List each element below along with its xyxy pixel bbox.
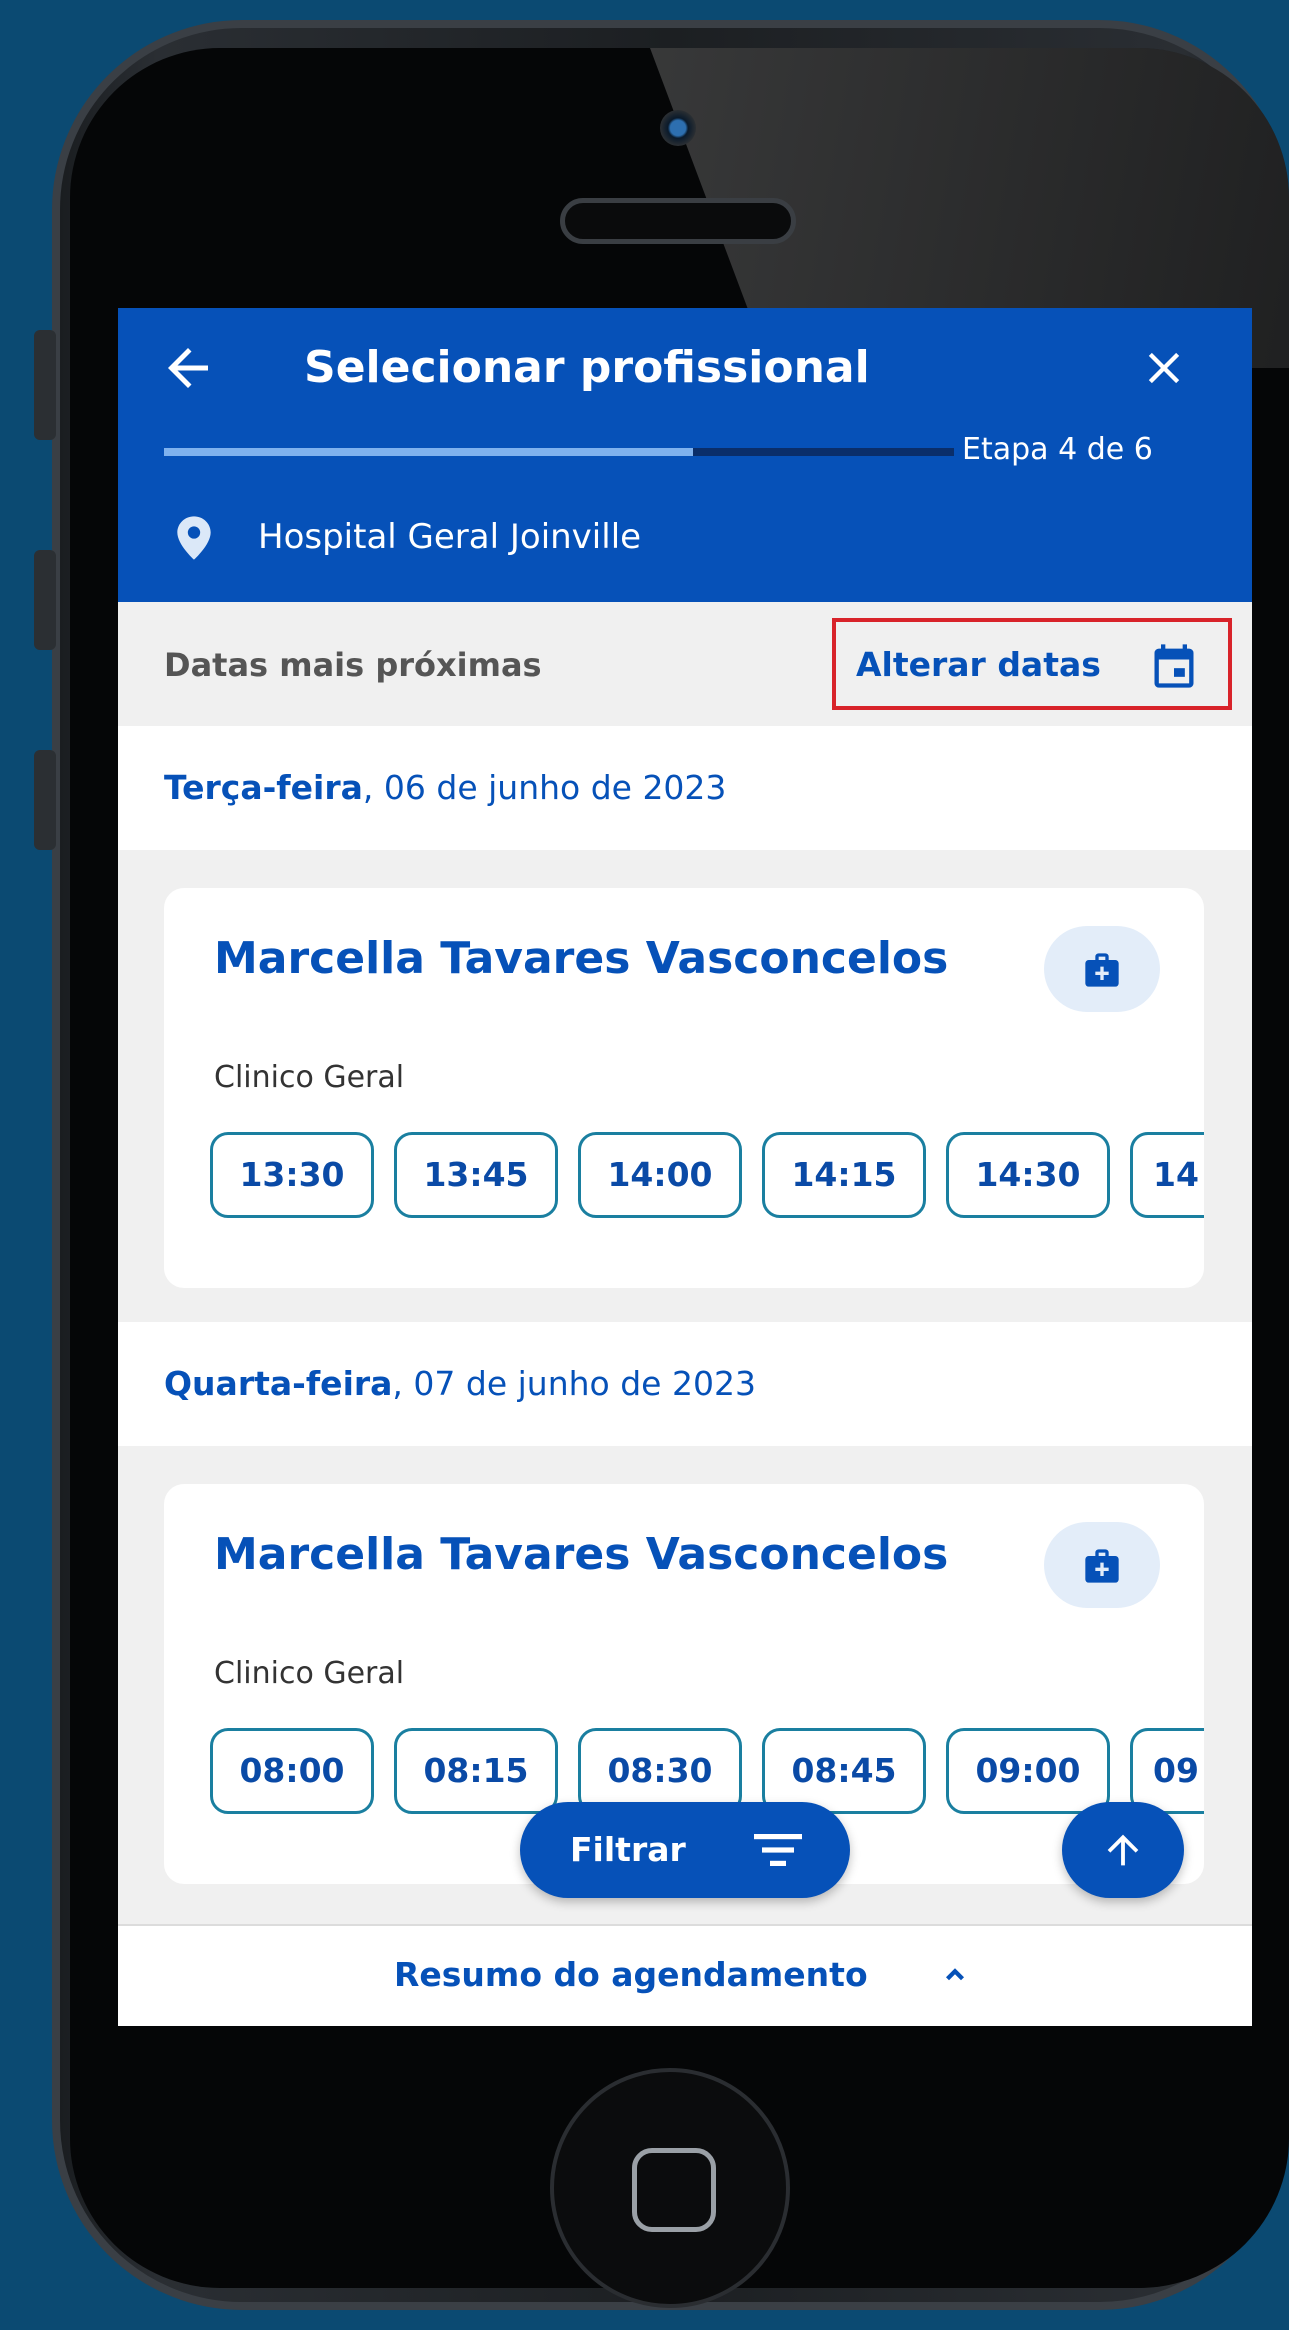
medical-bag-icon — [1085, 953, 1119, 987]
time-slot[interactable]: 08:00 — [210, 1728, 374, 1814]
date-header: Quarta-feira, 07 de junho de 2023 — [118, 1322, 1252, 1446]
change-dates-label: Alterar datas — [856, 645, 1101, 684]
calendar-icon — [1154, 644, 1194, 688]
filter-icon — [754, 1834, 802, 1866]
date-label: Quarta-feira, 07 de junho de 2023 — [164, 1360, 756, 1408]
progress-bar — [164, 448, 954, 456]
phone-volume-down — [34, 750, 56, 850]
close-icon[interactable] — [1138, 342, 1190, 394]
time-slot[interactable]: 08:15 — [394, 1728, 558, 1814]
time-slot[interactable]: 09:00 — [946, 1728, 1110, 1814]
back-arrow-icon[interactable] — [158, 338, 218, 398]
change-dates-button[interactable]: Alterar datas — [832, 618, 1232, 710]
professional-card[interactable]: Marcella Tavares Vasconcelos Clinico Ger… — [164, 888, 1204, 1288]
time-slot[interactable]: 09 — [1130, 1728, 1204, 1814]
home-button[interactable] — [550, 2068, 790, 2308]
professional-info-button[interactable] — [1044, 1522, 1160, 1608]
camera-icon — [660, 110, 696, 146]
time-slot[interactable]: 13:45 — [394, 1132, 558, 1218]
phone-side-button — [34, 330, 56, 440]
time-slot[interactable]: 14:30 — [946, 1132, 1110, 1218]
speaker-grille — [560, 198, 796, 244]
step-indicator: Etapa 4 de 6 — [962, 432, 1153, 467]
date-value: , 07 de junho de 2023 — [392, 1364, 756, 1403]
arrow-up-icon — [1107, 1834, 1139, 1866]
date-value: , 06 de junho de 2023 — [362, 768, 727, 807]
doctor-name: Marcella Tavares Vasconcelos — [214, 933, 949, 984]
scroll-to-top-button[interactable] — [1062, 1802, 1184, 1898]
progress-fill — [164, 448, 694, 456]
time-slot[interactable]: 14:00 — [578, 1132, 742, 1218]
time-slots: 13:30 13:45 14:00 14:15 14:30 14 — [210, 1132, 1204, 1218]
location-pin-icon — [177, 516, 211, 560]
location-name: Hospital Geral Joinville — [258, 517, 642, 557]
weekday: Terça-feira — [164, 768, 363, 807]
dates-toolbar: Datas mais próximas Alterar datas — [118, 602, 1252, 726]
summary-label: Resumo do agendamento — [394, 1955, 868, 1994]
date-label: Terça-feira, 06 de junho de 2023 — [164, 764, 726, 812]
time-slot[interactable]: 14:15 — [762, 1132, 926, 1218]
phone-volume-up — [34, 550, 56, 650]
weekday: Quarta-feira — [164, 1364, 393, 1403]
time-slot[interactable]: 14 — [1130, 1132, 1204, 1218]
date-header: Terça-feira, 06 de junho de 2023 — [118, 726, 1252, 850]
filter-button[interactable]: Filtrar — [520, 1802, 850, 1898]
specialty: Clinico Geral — [214, 1060, 405, 1095]
time-slot[interactable]: 13:30 — [210, 1132, 374, 1218]
nearest-dates-label: Datas mais próximas — [164, 646, 542, 684]
specialty: Clinico Geral — [214, 1656, 405, 1691]
professional-info-button[interactable] — [1044, 926, 1160, 1012]
doctor-name: Marcella Tavares Vasconcelos — [214, 1529, 949, 1580]
filter-label: Filtrar — [570, 1830, 686, 1869]
app-screen: Selecionar profissional Etapa 4 de 6 Hos… — [118, 308, 1252, 2026]
app-header: Selecionar profissional Etapa 4 de 6 Hos… — [118, 308, 1252, 602]
chevron-up-icon — [945, 1968, 965, 1981]
home-square-icon — [632, 2148, 716, 2232]
medical-bag-icon — [1085, 1549, 1119, 1583]
summary-bar[interactable]: Resumo do agendamento — [118, 1924, 1252, 2026]
page-title: Selecionar profissional — [304, 342, 870, 393]
